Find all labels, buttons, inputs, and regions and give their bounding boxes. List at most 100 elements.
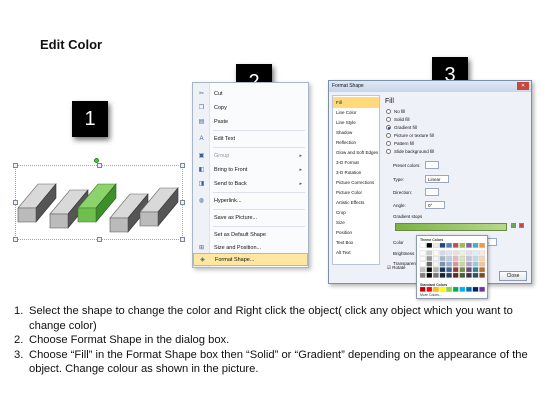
color-swatch[interactable]: [446, 267, 452, 273]
color-swatch[interactable]: [419, 256, 426, 261]
resize-handle-tr[interactable]: [180, 163, 185, 168]
color-swatch[interactable]: [479, 256, 485, 261]
color-swatch[interactable]: [439, 256, 446, 261]
menu-item-format-shape[interactable]: ◈ Format Shape...: [193, 253, 308, 266]
color-swatch[interactable]: [479, 250, 485, 256]
standard-color-swatch[interactable]: [419, 286, 426, 292]
standard-color-swatch[interactable]: [433, 286, 439, 292]
color-swatch[interactable]: [452, 272, 459, 278]
color-swatch[interactable]: [452, 261, 459, 267]
color-swatch[interactable]: [426, 272, 433, 278]
color-swatch[interactable]: [433, 250, 439, 256]
standard-color-swatch[interactable]: [426, 286, 433, 292]
add-stop-icon[interactable]: [511, 223, 516, 228]
remove-stop-icon[interactable]: [519, 223, 524, 228]
color-swatch[interactable]: [479, 267, 485, 273]
direction-dropdown[interactable]: [425, 188, 439, 196]
radio-solid-fill[interactable]: Solid fill: [386, 117, 410, 122]
standard-color-swatch[interactable]: [466, 286, 472, 292]
color-swatch[interactable]: [452, 256, 459, 261]
color-swatch[interactable]: [452, 243, 459, 248]
color-swatch[interactable]: [439, 267, 446, 273]
menu-item-set-default-shape[interactable]: Set as Default Shape: [193, 228, 308, 241]
color-swatch[interactable]: [426, 243, 433, 248]
rotate-handle[interactable]: [94, 158, 99, 163]
color-swatch[interactable]: [433, 256, 439, 261]
color-swatch[interactable]: [446, 250, 452, 256]
color-swatch[interactable]: [426, 261, 433, 267]
color-swatch[interactable]: [419, 272, 426, 278]
color-swatch[interactable]: [433, 261, 439, 267]
color-swatch[interactable]: [446, 256, 452, 261]
color-swatch[interactable]: [459, 272, 466, 278]
color-swatch[interactable]: [426, 256, 433, 261]
radio-no-fill[interactable]: No fill: [386, 109, 405, 114]
color-swatch[interactable]: [466, 250, 472, 256]
color-swatch[interactable]: [446, 243, 452, 248]
color-swatch[interactable]: [472, 261, 479, 267]
color-swatch[interactable]: [459, 267, 466, 273]
color-swatch[interactable]: [472, 243, 479, 248]
color-swatch[interactable]: [472, 250, 479, 256]
resize-handle-bl[interactable]: [13, 237, 18, 242]
gradient-stops-bar[interactable]: [395, 223, 507, 231]
radio-pattern-fill[interactable]: Pattern fill: [386, 141, 414, 146]
color-swatch[interactable]: [419, 243, 426, 248]
arrow-shapes-graphic[interactable]: [16, 166, 184, 241]
selected-shape-area[interactable]: [13, 163, 185, 242]
color-swatch[interactable]: [466, 256, 472, 261]
resize-handle-br[interactable]: [180, 237, 185, 242]
color-swatch[interactable]: [419, 250, 426, 256]
color-swatch[interactable]: [472, 272, 479, 278]
color-swatch[interactable]: [459, 250, 466, 256]
rotate-checkbox[interactable]: ☑ Rotate: [387, 265, 406, 271]
resize-handle-bottom[interactable]: [97, 237, 102, 242]
menu-item-cut[interactable]: ✂ Cut: [193, 87, 308, 100]
color-swatch[interactable]: [419, 267, 426, 273]
color-swatch[interactable]: [452, 250, 459, 256]
color-swatch[interactable]: [466, 261, 472, 267]
standard-color-swatch[interactable]: [459, 286, 466, 292]
color-swatch[interactable]: [479, 243, 485, 248]
nav-item-alt-text[interactable]: Alt Text: [333, 247, 379, 258]
color-swatch[interactable]: [426, 250, 433, 256]
color-swatch[interactable]: [433, 267, 439, 273]
color-swatch[interactable]: [446, 261, 452, 267]
color-swatch[interactable]: [466, 267, 472, 273]
angle-input[interactable]: 0°: [425, 201, 445, 209]
radio-slide-background-fill[interactable]: Slide background fill: [386, 149, 434, 154]
menu-item-edit-text[interactable]: A Edit Text: [193, 132, 308, 145]
menu-item-save-as-picture[interactable]: Save as Picture...: [193, 211, 308, 224]
close-icon[interactable]: ✕: [517, 82, 529, 90]
standard-color-swatch[interactable]: [452, 286, 459, 292]
color-swatch[interactable]: [439, 250, 446, 256]
standard-color-swatch[interactable]: [446, 286, 452, 292]
color-swatch[interactable]: [452, 267, 459, 273]
color-swatch[interactable]: [433, 243, 439, 248]
color-swatch[interactable]: [466, 243, 472, 248]
resize-handle-top[interactable]: [97, 163, 102, 168]
color-swatch[interactable]: [439, 272, 446, 278]
color-swatch[interactable]: [426, 267, 433, 273]
standard-color-swatch[interactable]: [479, 286, 485, 292]
standard-color-swatch[interactable]: [472, 286, 479, 292]
menu-item-hyperlink[interactable]: ◍ Hyperlink...: [193, 194, 308, 207]
more-colors-link[interactable]: More Colors...: [420, 293, 442, 297]
color-swatch[interactable]: [439, 261, 446, 267]
color-swatch[interactable]: [472, 256, 479, 261]
menu-item-copy[interactable]: ❐ Copy: [193, 101, 308, 114]
menu-item-group[interactable]: ▣ Group ▸: [193, 149, 308, 162]
color-swatch[interactable]: [459, 261, 466, 267]
menu-item-bring-to-front[interactable]: ◧ Bring to Front ▸: [193, 163, 308, 176]
color-swatch[interactable]: [459, 256, 466, 261]
color-swatch[interactable]: [459, 243, 466, 248]
menu-item-send-to-back[interactable]: ◨ Send to Back ▸: [193, 177, 308, 190]
color-swatch[interactable]: [419, 261, 426, 267]
color-swatch[interactable]: [472, 267, 479, 273]
resize-handle-tl[interactable]: [13, 163, 18, 168]
standard-color-swatch[interactable]: [439, 286, 446, 292]
resize-handle-right[interactable]: [180, 200, 185, 205]
resize-handle-left[interactable]: [13, 200, 18, 205]
color-swatch[interactable]: [479, 261, 485, 267]
color-swatch[interactable]: [446, 272, 452, 278]
